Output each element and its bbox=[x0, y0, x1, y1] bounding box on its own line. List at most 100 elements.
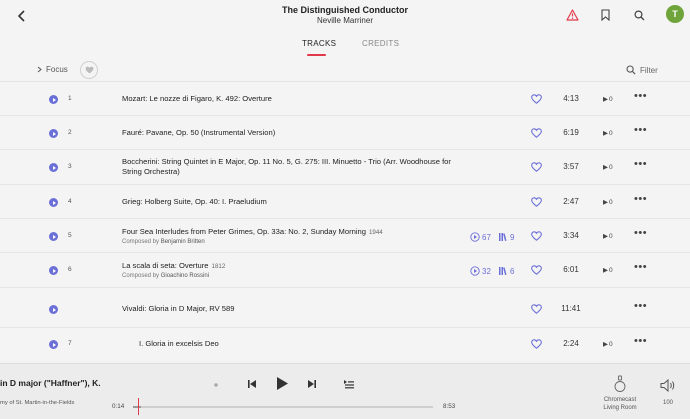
heart-outline-icon[interactable] bbox=[531, 304, 542, 314]
more-options-icon[interactable]: ••• bbox=[634, 90, 647, 102]
heart-outline-icon[interactable] bbox=[531, 128, 542, 138]
user-avatar[interactable]: T bbox=[666, 5, 684, 23]
versions-value: 9 bbox=[510, 232, 515, 242]
progress-bar[interactable] bbox=[133, 406, 433, 408]
work-row[interactable]: Vivaldi: Gloria in D Major, RV 589 11:41… bbox=[0, 288, 690, 328]
popularity-stat[interactable]: 67 bbox=[470, 232, 491, 242]
play-track-button[interactable] bbox=[49, 266, 58, 275]
volume-level: 100 bbox=[662, 400, 673, 406]
heart-outline-icon[interactable] bbox=[531, 231, 542, 241]
heart-outline-icon[interactable] bbox=[531, 94, 542, 104]
track-row[interactable]: 4 Grieg: Holberg Suite, Op. 40: I. Prael… bbox=[0, 185, 690, 219]
track-title-text: Four Sea Interludes from Peter Grimes, O… bbox=[122, 227, 366, 236]
versions-stat[interactable]: 9 bbox=[498, 232, 514, 242]
now-playing-subtitle[interactable]: my of St. Martin-in-the-Fields bbox=[0, 400, 74, 406]
track-title[interactable]: La scala di seta: Overture 1812 bbox=[122, 261, 452, 272]
heart-outline-icon[interactable] bbox=[531, 197, 542, 207]
more-options-icon[interactable]: ••• bbox=[634, 227, 647, 239]
composer-name[interactable]: Gioachino Rossini bbox=[161, 273, 209, 279]
tab-bar: TRACKS CREDITS bbox=[0, 39, 690, 59]
composer-name[interactable]: Benjamin Britten bbox=[161, 239, 205, 245]
now-playing-title[interactable]: in D major ("Haffner"), K. bbox=[0, 378, 101, 388]
tab-tracks[interactable]: TRACKS bbox=[302, 39, 336, 48]
play-count: ▶ 0 bbox=[603, 163, 613, 172]
search-icon[interactable] bbox=[630, 6, 648, 24]
play-count-value: 0 bbox=[609, 232, 613, 240]
track-row[interactable]: 6 La scala di seta: Overture 1812 Compose… bbox=[0, 253, 690, 288]
play-track-button[interactable] bbox=[49, 163, 58, 172]
device-name: Chromecast bbox=[603, 397, 637, 403]
queue-indicator-icon bbox=[212, 381, 220, 389]
heart-outline-icon[interactable] bbox=[531, 265, 542, 275]
play-count: ▶ 0 bbox=[603, 129, 613, 138]
popularity-stat[interactable]: 32 bbox=[470, 266, 491, 276]
filter-button[interactable]: Filter bbox=[626, 65, 658, 75]
track-row[interactable]: 5 Four Sea Interludes from Peter Grimes,… bbox=[0, 219, 690, 253]
play-count-value: 0 bbox=[609, 95, 613, 103]
track-row[interactable]: 2 Fauré: Pavane, Op. 50 (Instrumental Ve… bbox=[0, 116, 690, 150]
play-circle-icon bbox=[470, 232, 480, 242]
play-track-button[interactable] bbox=[49, 198, 58, 207]
play-count-icon: ▶ bbox=[603, 199, 608, 206]
play-count-icon: ▶ bbox=[603, 164, 608, 171]
track-composer: Composed by Gioachino Rossini bbox=[122, 273, 209, 279]
track-title[interactable]: Fauré: Pavane, Op. 50 (Instrumental Vers… bbox=[122, 128, 452, 138]
more-options-icon[interactable]: ••• bbox=[634, 193, 647, 205]
track-row[interactable]: 1 Mozart: Le nozze di Figaro, K. 492: Ov… bbox=[0, 82, 690, 116]
track-toolbar: Focus Filter bbox=[0, 60, 690, 82]
play-count: ▶ 0 bbox=[603, 266, 613, 275]
warning-icon[interactable] bbox=[563, 6, 581, 24]
chromecast-icon[interactable] bbox=[612, 374, 628, 394]
album-artist[interactable]: Neville Marriner bbox=[0, 16, 690, 25]
composer-prefix: Composed by bbox=[122, 273, 160, 279]
track-duration: 6:19 bbox=[563, 128, 579, 137]
more-options-icon[interactable]: ••• bbox=[634, 335, 647, 347]
play-track-button[interactable] bbox=[49, 129, 58, 138]
work-duration: 11:41 bbox=[561, 304, 581, 313]
play-track-button[interactable] bbox=[49, 340, 58, 349]
play-work-button[interactable] bbox=[49, 305, 58, 314]
volume-icon[interactable] bbox=[659, 377, 677, 393]
track-title[interactable]: I. Gloria in excelsis Deo bbox=[139, 339, 469, 349]
work-title[interactable]: Vivaldi: Gloria in D Major, RV 589 bbox=[122, 304, 452, 314]
more-options-icon[interactable]: ••• bbox=[634, 124, 647, 136]
track-title[interactable]: Grieg: Holberg Suite, Op. 40: I. Praelud… bbox=[122, 197, 452, 207]
track-number: 4 bbox=[68, 198, 72, 205]
filter-label: Filter bbox=[640, 65, 658, 75]
heart-icon bbox=[85, 66, 93, 74]
play-count-icon: ▶ bbox=[603, 233, 608, 240]
play-track-button[interactable] bbox=[49, 95, 58, 104]
more-options-icon[interactable]: ••• bbox=[634, 300, 647, 312]
play-count-value: 0 bbox=[609, 340, 613, 348]
play-count: ▶ 0 bbox=[603, 340, 613, 349]
focus-label: Focus bbox=[46, 65, 68, 74]
bookmark-icon[interactable] bbox=[596, 6, 614, 24]
favorite-album-button[interactable] bbox=[80, 61, 98, 79]
popularity-value: 32 bbox=[482, 266, 491, 276]
track-title[interactable]: Four Sea Interludes from Peter Grimes, O… bbox=[122, 227, 452, 238]
next-track-icon[interactable] bbox=[305, 377, 319, 391]
play-track-button[interactable] bbox=[49, 232, 58, 241]
track-duration: 6:01 bbox=[563, 265, 579, 274]
tab-credits[interactable]: CREDITS bbox=[362, 39, 399, 48]
play-icon[interactable] bbox=[273, 374, 291, 392]
track-row[interactable]: 3 Boccherini: String Quintet in E Major,… bbox=[0, 150, 690, 185]
track-number: 5 bbox=[68, 232, 72, 239]
track-duration: 3:34 bbox=[563, 231, 579, 240]
focus-toggle[interactable]: Focus bbox=[37, 65, 68, 74]
queue-icon[interactable] bbox=[342, 377, 356, 391]
more-options-icon[interactable]: ••• bbox=[634, 158, 647, 170]
playhead[interactable] bbox=[138, 398, 139, 415]
more-options-icon[interactable]: ••• bbox=[634, 261, 647, 273]
previous-track-icon[interactable] bbox=[245, 377, 259, 391]
versions-stat[interactable]: 6 bbox=[498, 266, 514, 276]
play-count: ▶ 0 bbox=[603, 198, 613, 207]
play-count-icon: ▶ bbox=[603, 96, 608, 103]
heart-outline-icon[interactable] bbox=[531, 162, 542, 172]
track-title[interactable]: Boccherini: String Quintet in E Major, O… bbox=[122, 157, 452, 177]
track-row[interactable]: 7 I. Gloria in excelsis Deo 2:24 ▶ 0 ••• bbox=[0, 328, 690, 358]
heart-outline-icon[interactable] bbox=[531, 339, 542, 349]
track-title[interactable]: Mozart: Le nozze di Figaro, K. 492: Over… bbox=[122, 94, 452, 104]
active-tab-indicator bbox=[307, 54, 326, 56]
output-device-label[interactable]: Chromecast Living Room bbox=[598, 396, 642, 412]
